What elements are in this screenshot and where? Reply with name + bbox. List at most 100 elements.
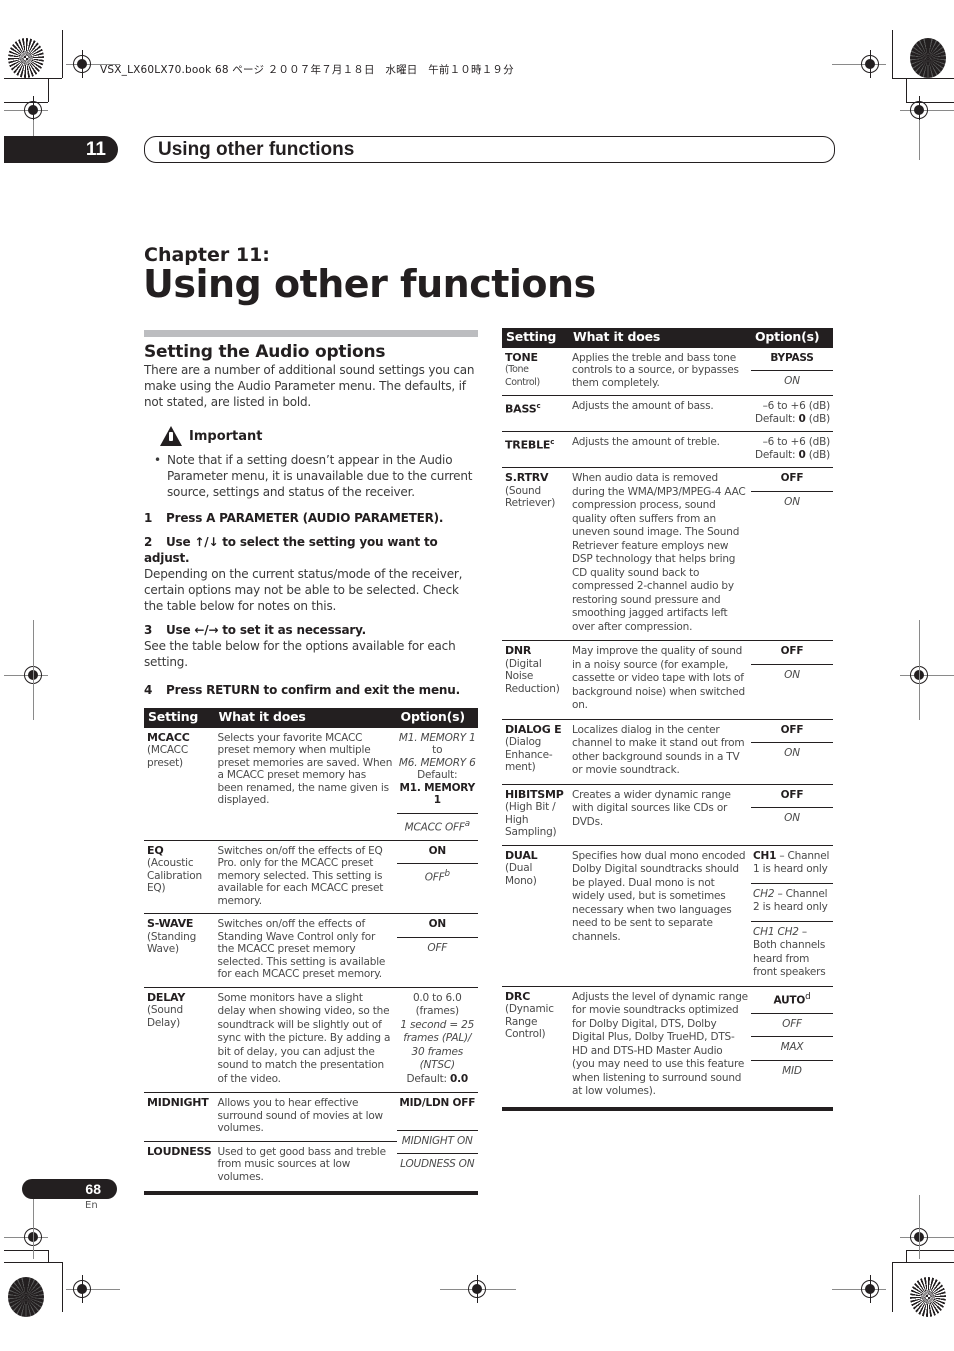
chapter-number-tab: 11 <box>4 136 118 163</box>
table-end-rule <box>502 1106 833 1111</box>
option-value: ON <box>784 812 800 824</box>
setting-subtitle: (MCACC preset) <box>147 744 188 769</box>
section-title: Setting the Audio options <box>144 342 386 362</box>
crop-mark <box>892 1262 954 1263</box>
setting-subtitle: (Acoustic Calibration EQ) <box>147 857 202 894</box>
setting-name: DRC <box>505 989 531 1003</box>
setting-description: Switches on/off the effects of Standing … <box>217 918 386 980</box>
option-value: OFF <box>751 720 833 743</box>
option-value: ON <box>784 375 800 387</box>
option-value: AUTOd <box>751 987 833 1014</box>
table-row: DUAL (Dual Mono) Specifies how dual mono … <box>502 846 833 987</box>
registration-star-icon <box>8 38 44 78</box>
option-value: –6 to +6 (dB) Default: 0 (dB) <box>755 436 830 461</box>
setting-name: DIALOG E <box>505 722 562 736</box>
step-2-desc: Depending on the current status/mode of … <box>144 567 463 613</box>
setting-subtitle: (Dual Mono) <box>505 862 537 887</box>
setting-description: Adjusts the amount of treble. <box>572 436 720 448</box>
option-value: ON <box>396 914 478 938</box>
setting-description: Creates a wider dynamic range with digit… <box>572 788 731 828</box>
option-value: ON <box>784 495 800 508</box>
table-row: MIDNIGHT Allows you to hear effective su… <box>144 1093 478 1170</box>
table-end-rule <box>144 1191 478 1195</box>
registration-target-icon <box>468 1275 486 1303</box>
setting-description: Specifies how dual mono encoded Dolby Di… <box>572 849 746 943</box>
option-value: M1. MEMORY 1 to M6. MEMORY 6 Default: M1… <box>396 728 478 814</box>
header-setting: Setting <box>144 708 215 728</box>
table-row: S.RTRV (Sound Retriever) When audio data … <box>502 468 833 641</box>
setting-name: TONE <box>505 350 538 364</box>
section-intro: There are a number of additional sound s… <box>144 363 475 409</box>
option-value: ON <box>784 668 800 681</box>
registration-target-icon <box>910 96 928 124</box>
crop-mark <box>906 78 907 102</box>
setting-subtitle: (Digital Noise Reduction) <box>505 657 560 695</box>
setting-subtitle: (Dialog Enhance-ment) <box>505 736 553 773</box>
registration-target-icon <box>861 50 879 78</box>
setting-name: DELAY <box>147 990 186 1004</box>
setting-description: Localizes dialog in the center channel t… <box>572 723 745 777</box>
registration-star-icon <box>910 38 946 78</box>
option-value: OFF <box>751 1014 833 1037</box>
option-value: CH1 CH2 – Both channels heard from front… <box>753 925 826 979</box>
table-row: DIALOG E (Dialog Enhance-ment) Localizes … <box>502 720 833 785</box>
setting-name: S.RTRV <box>505 471 549 484</box>
table-row: DELAY (Sound Delay) Some monitors have a … <box>144 988 478 1093</box>
option-value: OFF <box>751 785 833 808</box>
setting-subtitle: (High Bit / High Sampling) <box>505 801 557 838</box>
section-divider <box>144 330 478 337</box>
registration-star-icon <box>8 1277 44 1317</box>
step-3: 3 Use ←/→ to set it as necessary. <box>144 623 366 637</box>
option-value: OFF <box>751 641 833 665</box>
setting-subtitle: (Tone Control) <box>505 364 540 388</box>
setting-description: Adjusts the amount of bass. <box>572 400 714 412</box>
setting-name: BASS <box>505 402 537 416</box>
header-options: Option(s) <box>396 708 478 728</box>
registration-target-icon <box>861 1275 879 1303</box>
chapter-title: Using other functions <box>143 262 596 306</box>
header-options: Option(s) <box>751 328 833 348</box>
table-row: DRC (Dynamic Range Control) Adjusts the l… <box>502 987 833 1105</box>
page-language: En <box>85 1200 98 1211</box>
setting-name: LOUDNESS <box>147 1144 212 1158</box>
crop-mark <box>62 1262 63 1312</box>
setting-name: EQ <box>147 843 164 857</box>
audio-options-table-right: Setting What it does Option(s) TONE (Tone… <box>502 328 833 1105</box>
option-value: MID/LDN OFF <box>396 1093 478 1131</box>
header-what: What it does <box>214 708 397 728</box>
table-row: DNR (Digital Noise Reduction) May improve… <box>502 641 833 719</box>
setting-name: S-WAVE <box>147 917 194 930</box>
setting-description: Allows you to hear effective surround so… <box>217 1097 384 1134</box>
option-value: MAX <box>751 1037 833 1061</box>
step-3-desc: See the table below for the options avai… <box>144 639 456 669</box>
warning-hand-icon <box>160 426 182 446</box>
setting-description: Switches on/off the effects of EQ Pro. o… <box>217 844 384 907</box>
setting-subtitle: (Standing Wave) <box>147 930 197 956</box>
option-value: CH1 – Channel 1 is heard only <box>751 846 833 884</box>
setting-subtitle: (Sound Delay) <box>147 1004 183 1029</box>
crop-mark <box>48 1250 49 1262</box>
important-callout: Important <box>160 426 478 446</box>
right-column: Setting What it does Option(s) TONE (Tone… <box>502 328 833 1111</box>
setting-description: Selects your favorite MCACC preset memor… <box>217 731 393 807</box>
option-value: 0.0 to 6.0 (frames) 1 second = 25 frames… <box>400 991 475 1085</box>
option-value: MCACC OFFa <box>404 818 471 834</box>
step-4: 4 Press RETURN to confirm and exit the me… <box>144 683 460 697</box>
crop-mark <box>4 1250 48 1251</box>
setting-name: DUAL <box>505 848 538 862</box>
running-header: Using other functions <box>144 136 835 163</box>
option-value: OFF <box>751 468 833 492</box>
table-row: MCACC (MCACC preset) Selects your favorit… <box>144 728 478 841</box>
option-value: ON <box>784 747 800 759</box>
crop-mark <box>62 30 63 78</box>
setting-description: When audio data is removed during the WM… <box>572 472 746 633</box>
step-2: 2 Use ↑/↓ to select the setting you want … <box>144 535 438 565</box>
setting-description: Adjusts the level of dynamic range for m… <box>572 990 748 1098</box>
setting-subtitle: (Dynamic Range Control) <box>505 1003 554 1040</box>
crop-mark <box>906 1250 954 1251</box>
setting-name: TREBLE <box>505 438 551 452</box>
option-value: –6 to +6 (dB) Default: 0 (dB) <box>755 400 830 425</box>
print-header: VSX_LX60LX70.book 68 ページ ２００７年７月１８日 水曜日 … <box>100 64 514 76</box>
table-row: BASSc Adjusts the amount of bass. –6 to … <box>502 396 833 432</box>
table-row: EQ (Acoustic Calibration EQ) Switches on/… <box>144 841 478 914</box>
